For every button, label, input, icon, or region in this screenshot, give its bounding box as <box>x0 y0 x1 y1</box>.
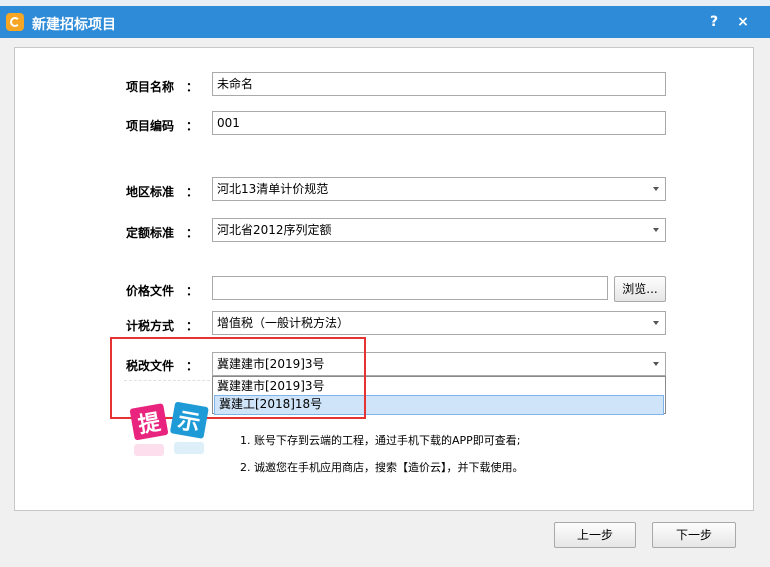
region-standard-colon: ： <box>186 185 199 199</box>
help-button[interactable]: ? <box>704 12 724 32</box>
chevron-down-icon <box>653 228 659 232</box>
project-name-input[interactable]: 未命名 <box>212 72 666 96</box>
window-title: 新建招标项目 <box>32 17 116 33</box>
chevron-down-icon <box>653 187 659 191</box>
project-code-input[interactable]: 001 <box>212 111 666 135</box>
project-name-colon: ： <box>186 80 199 94</box>
quota-standard-value: 河北省2012序列定额 <box>217 223 332 237</box>
region-standard-value: 河北13清单计价规范 <box>217 182 329 196</box>
title-bar: 新建招标项目 ? × <box>0 6 770 38</box>
tip-line-1: 1. 账号下存到云端的工程，通过手机下载的APP即可查看; <box>240 434 521 447</box>
project-code-colon: ： <box>186 119 199 133</box>
tax-method-colon: ： <box>186 319 199 333</box>
next-button[interactable]: 下一步 <box>652 522 736 548</box>
price-file-input[interactable] <box>212 276 608 300</box>
region-standard-select[interactable]: 河北13清单计价规范 <box>212 177 666 201</box>
tip-logo-icon: 提 示 <box>129 401 209 456</box>
svg-text:示: 示 <box>176 408 202 436</box>
chevron-down-icon <box>653 362 659 366</box>
prev-button[interactable]: 上一步 <box>554 522 636 548</box>
price-file-colon: ： <box>186 284 199 298</box>
tip-line-2: 2. 诚邀您在手机应用商店，搜索【造价云】，并下载使用。 <box>240 461 524 474</box>
quota-standard-select[interactable]: 河北省2012序列定额 <box>212 218 666 242</box>
browse-button[interactable]: 浏览... <box>614 276 666 302</box>
close-button[interactable]: × <box>733 12 753 32</box>
tax-method-value: 增值税（一般计税方法） <box>217 316 350 330</box>
tax-method-select[interactable]: 增值税（一般计税方法） <box>212 311 666 335</box>
chevron-down-icon <box>653 321 659 325</box>
quota-standard-colon: ： <box>186 226 199 240</box>
app-logo-icon <box>6 13 24 31</box>
